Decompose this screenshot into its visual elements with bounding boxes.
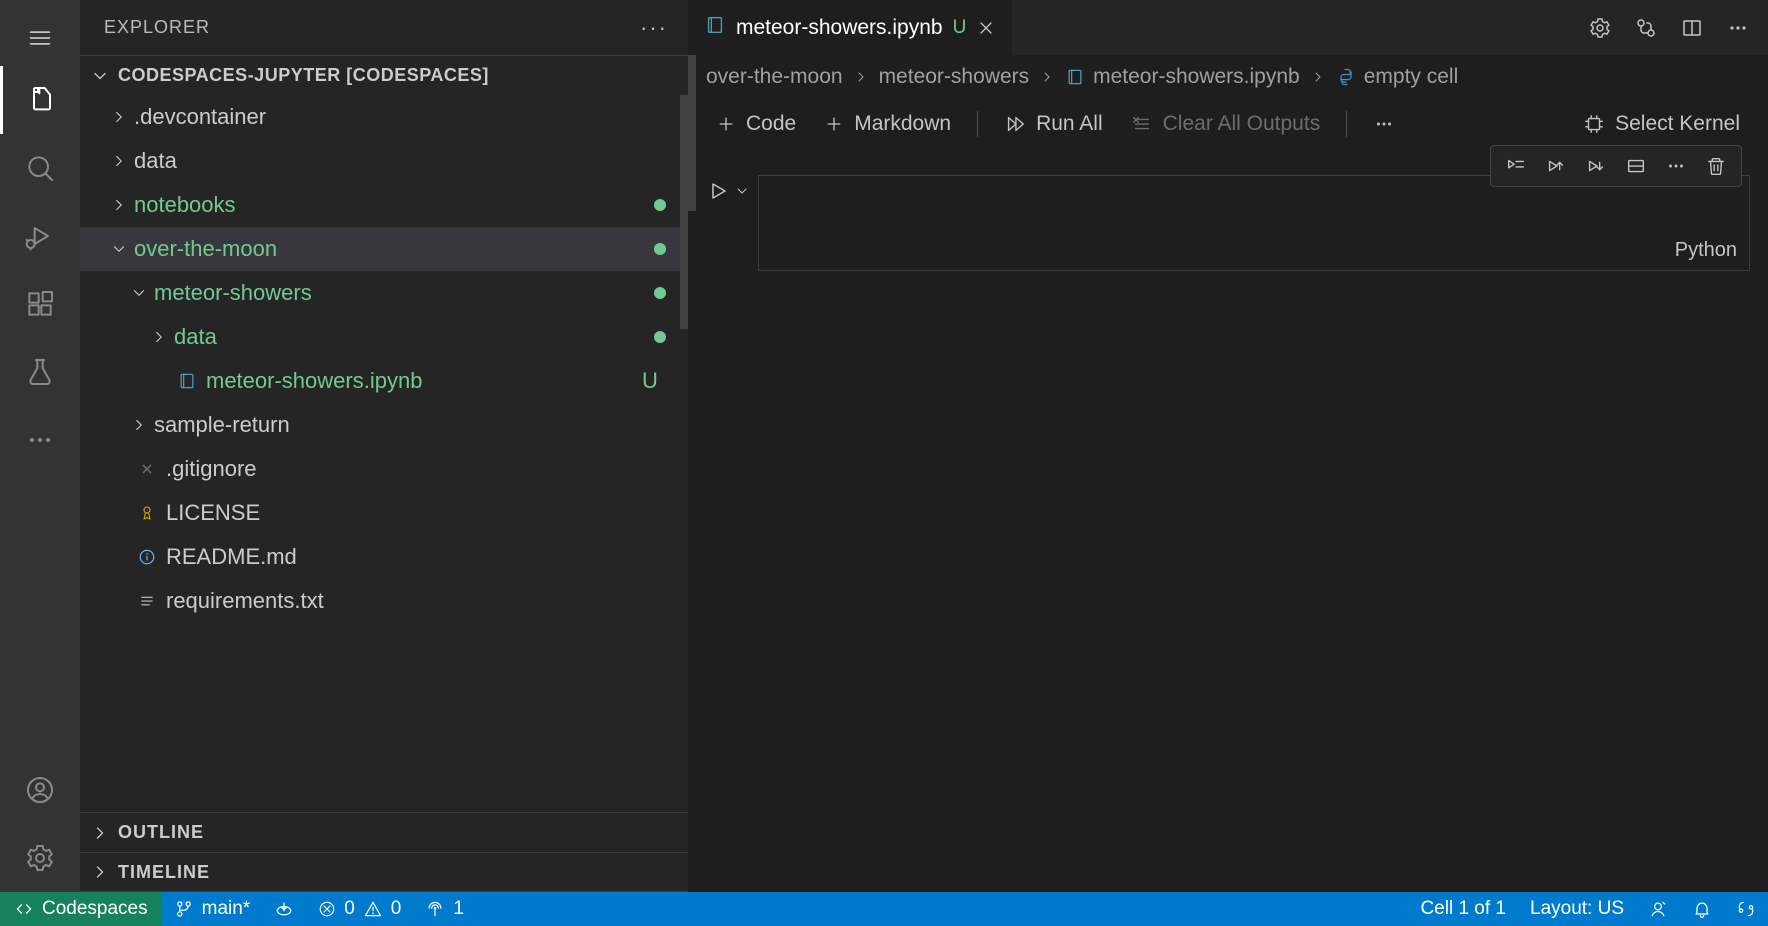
execute-below-icon[interactable] bbox=[1585, 155, 1607, 177]
explorer-title: EXPLORER bbox=[104, 17, 210, 38]
extensions-activity-icon[interactable] bbox=[0, 270, 80, 338]
diff-icon[interactable] bbox=[1634, 16, 1658, 40]
chevron-down-icon[interactable] bbox=[734, 183, 750, 199]
codespaces-status-icon[interactable] bbox=[1724, 892, 1768, 926]
breadcrumb-sep-icon bbox=[1310, 69, 1326, 85]
file-gitignore[interactable]: .gitignore bbox=[80, 447, 688, 491]
readme-file-icon bbox=[134, 548, 160, 566]
breadcrumb-folder1[interactable]: over-the-moon bbox=[706, 65, 843, 89]
explorer-sidebar: EXPLORER ··· CODESPACES-JUPYTER [CODESPA… bbox=[80, 0, 688, 892]
settings-activity-icon[interactable] bbox=[0, 824, 80, 892]
folder-meteor-showers-data[interactable]: data bbox=[80, 315, 688, 359]
cell-more-icon[interactable] bbox=[1665, 155, 1687, 177]
accounts-activity-icon[interactable] bbox=[0, 756, 80, 824]
notebook-cells: Python bbox=[688, 149, 1768, 892]
add-markdown-button[interactable]: Markdown bbox=[814, 108, 961, 140]
more-activity-icon[interactable] bbox=[0, 406, 80, 474]
editor-area: meteor-showers.ipynb U over-the-moon met… bbox=[688, 0, 1768, 892]
file-readme[interactable]: README.md bbox=[80, 535, 688, 579]
folder-over-the-moon[interactable]: over-the-moon bbox=[80, 227, 688, 271]
tab-meteor-showers[interactable]: meteor-showers.ipynb U bbox=[688, 0, 1012, 55]
tree-scrollbar[interactable] bbox=[680, 95, 688, 329]
timeline-pane[interactable]: TIMELINE bbox=[80, 852, 688, 892]
license-file-icon bbox=[134, 504, 160, 522]
folder-sample-return[interactable]: sample-return bbox=[80, 403, 688, 447]
outline-pane[interactable]: OUTLINE bbox=[80, 812, 688, 852]
git-modified-dot-icon bbox=[654, 243, 666, 255]
folder-data-root[interactable]: data bbox=[80, 139, 688, 183]
breadcrumb-file[interactable]: meteor-showers.ipynb bbox=[1065, 65, 1300, 89]
editor-tabbar: meteor-showers.ipynb U bbox=[688, 0, 1768, 55]
ports-status[interactable]: 1 bbox=[413, 892, 476, 926]
notebook-file-icon bbox=[174, 371, 200, 391]
split-editor-icon[interactable] bbox=[1680, 16, 1704, 40]
testing-activity-icon[interactable] bbox=[0, 338, 80, 406]
notebook-file-icon bbox=[704, 14, 726, 42]
notebook-toolbar: Code Markdown Run All Clear All Outputs bbox=[688, 99, 1768, 149]
activity-bar bbox=[0, 0, 80, 892]
breadcrumb-sep-icon bbox=[1039, 69, 1055, 85]
editor-more-icon[interactable] bbox=[1726, 16, 1750, 40]
remote-label: Codespaces bbox=[42, 898, 148, 920]
breadcrumb-cell[interactable]: empty cell bbox=[1336, 65, 1459, 89]
git-modified-dot-icon bbox=[654, 331, 666, 343]
explorer-root-folder[interactable]: CODESPACES-JUPYTER [CODESPACES] bbox=[80, 55, 688, 95]
menu-icon[interactable] bbox=[26, 10, 54, 66]
execute-above-icon[interactable] bbox=[1545, 155, 1567, 177]
folder-devcontainer[interactable]: .devcontainer bbox=[80, 95, 688, 139]
tab-label: meteor-showers.ipynb bbox=[736, 16, 943, 40]
cell-editor[interactable]: Python bbox=[758, 175, 1750, 271]
breadcrumb-sep-icon bbox=[853, 69, 869, 85]
clear-outputs-button[interactable]: Clear All Outputs bbox=[1121, 108, 1331, 140]
settings-gear-icon[interactable] bbox=[1588, 16, 1612, 40]
python-icon bbox=[1336, 67, 1356, 87]
notifications-icon[interactable] bbox=[1680, 892, 1724, 926]
delete-cell-icon[interactable] bbox=[1705, 155, 1727, 177]
keyboard-layout-status[interactable]: Layout: US bbox=[1518, 892, 1636, 926]
notebook-file-icon bbox=[1065, 67, 1085, 87]
text-file-icon bbox=[134, 592, 160, 610]
file-requirements[interactable]: requirements.txt bbox=[80, 579, 688, 623]
explorer-root-label: CODESPACES-JUPYTER [CODESPACES] bbox=[118, 65, 489, 86]
feedback-icon[interactable] bbox=[1636, 892, 1680, 926]
file-tree: .devcontainer data notebooks over-the-mo… bbox=[80, 95, 688, 812]
explorer-activity-icon[interactable] bbox=[0, 66, 80, 134]
search-activity-icon[interactable] bbox=[0, 134, 80, 202]
file-meteor-showers-ipynb[interactable]: meteor-showers.ipynb U bbox=[80, 359, 688, 403]
folder-meteor-showers[interactable]: meteor-showers bbox=[80, 271, 688, 315]
git-modified-dot-icon bbox=[654, 199, 666, 211]
git-untracked-badge: U bbox=[634, 368, 666, 394]
toolbar-more-icon[interactable] bbox=[1363, 109, 1405, 139]
run-by-line-icon[interactable] bbox=[1505, 155, 1527, 177]
toolbar-divider bbox=[977, 111, 978, 137]
tab-git-badge: U bbox=[953, 17, 967, 39]
run-cell-button[interactable] bbox=[706, 175, 750, 203]
select-kernel-button[interactable]: Select Kernel bbox=[1573, 108, 1750, 140]
cell-position-status[interactable]: Cell 1 of 1 bbox=[1408, 892, 1518, 926]
toolbar-divider bbox=[1346, 111, 1347, 137]
run-debug-activity-icon[interactable] bbox=[0, 202, 80, 270]
git-modified-dot-icon bbox=[654, 287, 666, 299]
sync-status[interactable] bbox=[262, 892, 306, 926]
status-bar: Codespaces main* 0 0 1 Cell 1 of 1 Layou… bbox=[0, 892, 1768, 926]
breadcrumbs: over-the-moon meteor-showers meteor-show… bbox=[688, 55, 1768, 99]
cell-1: Python bbox=[706, 175, 1750, 271]
cell-toolbar bbox=[1490, 145, 1742, 187]
explorer-more-icon[interactable]: ··· bbox=[640, 15, 668, 41]
folder-notebooks[interactable]: notebooks bbox=[80, 183, 688, 227]
split-cell-icon[interactable] bbox=[1625, 155, 1647, 177]
file-license[interactable]: LICENSE bbox=[80, 491, 688, 535]
run-all-button[interactable]: Run All bbox=[994, 108, 1113, 140]
tab-close-icon[interactable] bbox=[976, 18, 996, 38]
gitignore-file-icon bbox=[134, 460, 160, 478]
remote-indicator[interactable]: Codespaces bbox=[0, 892, 162, 926]
problems-status[interactable]: 0 0 bbox=[306, 892, 413, 926]
outline-label: OUTLINE bbox=[118, 822, 204, 843]
add-code-button[interactable]: Code bbox=[706, 108, 806, 140]
git-branch-status[interactable]: main* bbox=[162, 892, 263, 926]
cell-language-picker[interactable]: Python bbox=[1675, 239, 1737, 262]
breadcrumb-folder2[interactable]: meteor-showers bbox=[879, 65, 1030, 89]
timeline-label: TIMELINE bbox=[118, 862, 210, 883]
